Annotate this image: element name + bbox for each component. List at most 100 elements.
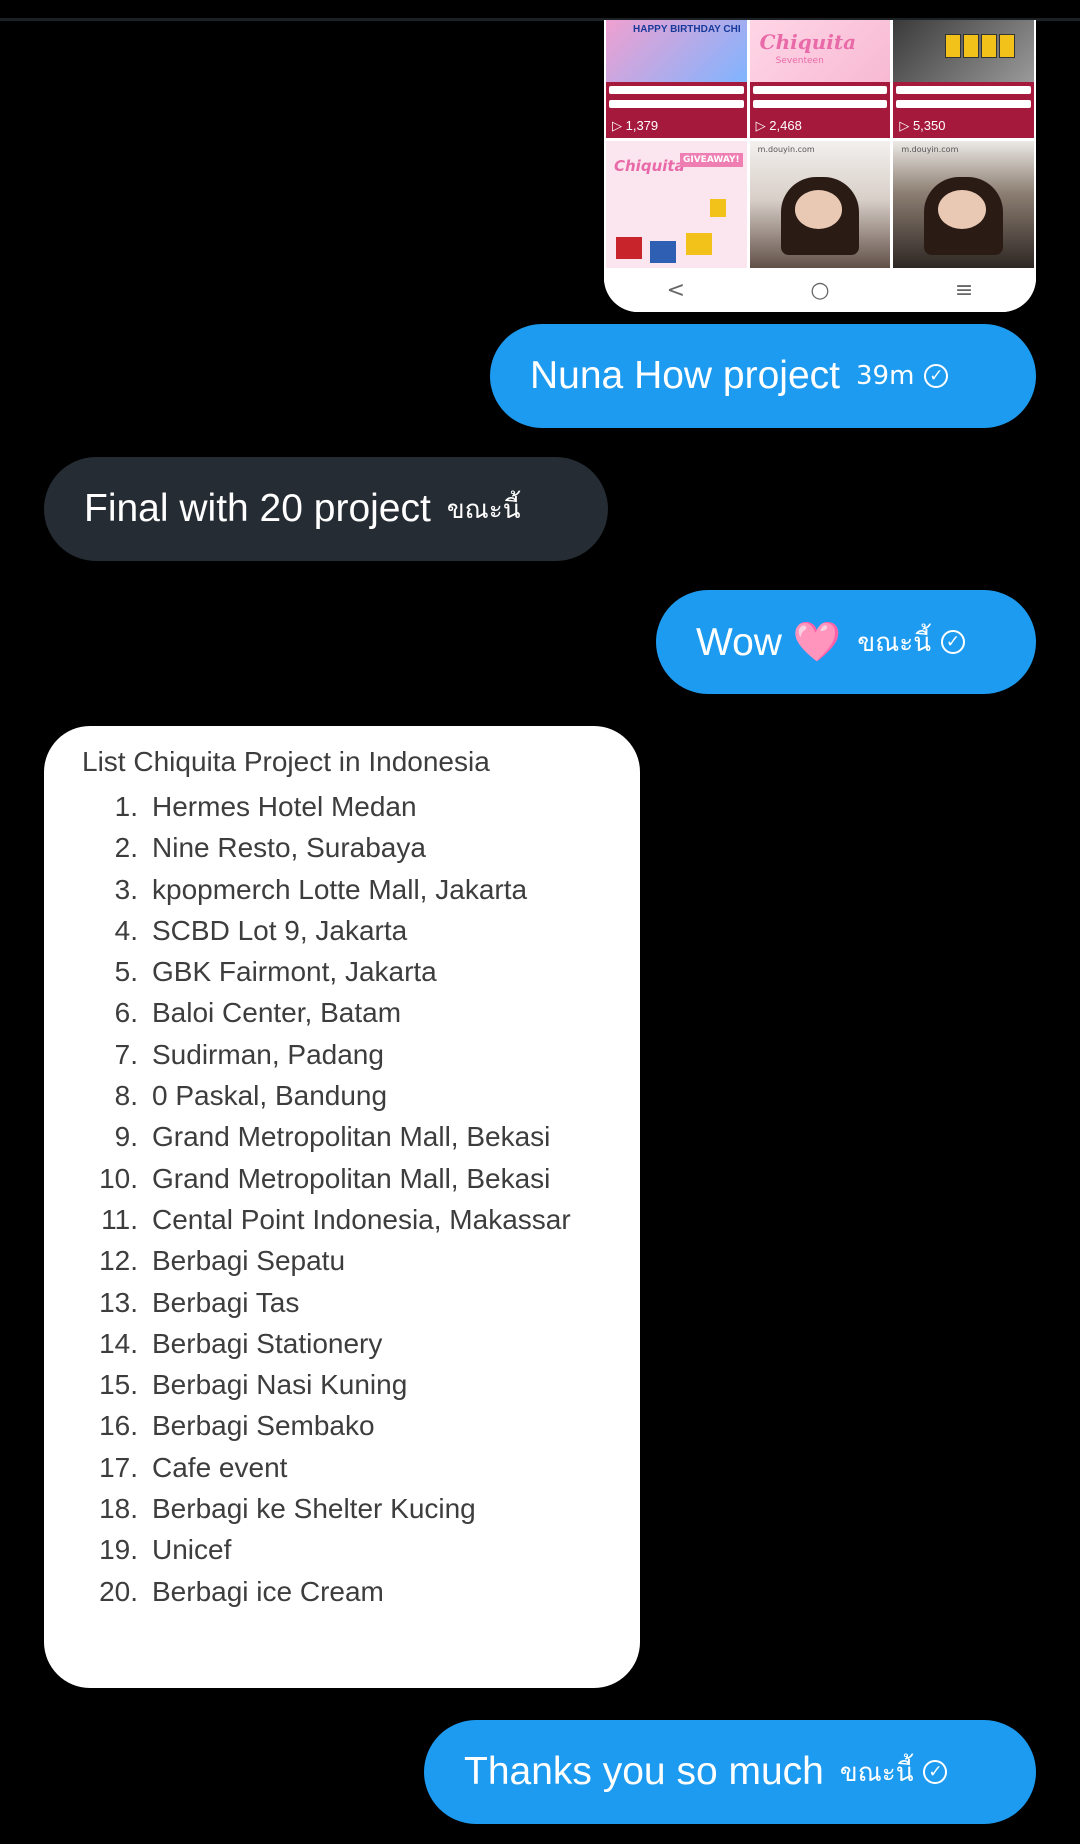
poster-image: HAPPY BIRTHDAY CHI: [606, 20, 747, 82]
back-icon: <: [666, 277, 686, 303]
list-item-text: Unicef: [152, 1534, 232, 1566]
list-item-number: 7.: [114, 1038, 138, 1070]
list-item-text: Baloi Center, Batam: [152, 997, 402, 1029]
attached-screenshot[interactable]: HAPPY BIRTHDAY CHI ▷ 1,379 Chiquita Seve…: [604, 20, 1036, 312]
message-meta: 39m ✓: [856, 361, 949, 391]
screenshot-grid: HAPPY BIRTHDAY CHI ▷ 1,379 Chiquita Seve…: [606, 20, 1034, 271]
list-item-number: 6.: [114, 997, 138, 1029]
list-item: 10. Grand Metropolitan Mall, Bekasi: [82, 1158, 571, 1199]
message-meta: ขณะนี้ ✓: [840, 1752, 948, 1793]
message-text: Thanks you so much: [464, 1750, 824, 1793]
poster-image: Chiquita Seventeen: [749, 20, 891, 82]
list-item: 6. Baloi Center, Batam: [82, 992, 571, 1033]
poster-info-strip: [609, 86, 744, 94]
list-item-text: Nine Resto, Surabaya: [152, 832, 426, 864]
message-meta: ขณะนี้ ✓: [857, 622, 965, 663]
list-item: 3. kpopmerch Lotte Mall, Jakarta: [82, 869, 571, 910]
message-text: Wow 🩷: [696, 621, 842, 664]
photo-url: m.douyin.com: [901, 145, 959, 154]
giveaway-tile: Chiquita GIVEAWAY!: [606, 141, 747, 271]
poster-tile-mall: ▷ 5,350: [893, 20, 1034, 138]
message-bubble-outgoing[interactable]: Nuna How project 39m ✓: [490, 324, 1036, 428]
home-icon: ○: [810, 277, 830, 303]
list-item: 4. SCBD Lot 9, Jakarta: [82, 910, 571, 951]
read-check-icon: ✓: [923, 1760, 948, 1784]
message-meta: ขณะนี้: [447, 489, 521, 530]
photo-tile: m.douyin.com: [749, 141, 891, 271]
list-item-text: Berbagi Tas: [152, 1286, 300, 1318]
yellow-stand: [999, 34, 1016, 58]
list-item-text: Berbagi Nasi Kuning: [152, 1369, 408, 1401]
list-item-text: Berbagi ice Cream: [152, 1575, 384, 1607]
list-item-number: 13.: [99, 1286, 138, 1318]
list-item-text: Berbagi ke Shelter Kucing: [152, 1493, 476, 1525]
list-item: 2. Nine Resto, Surabaya: [82, 827, 571, 868]
list-item-number: 1.: [114, 791, 138, 822]
list-item-text: Cafe event: [152, 1451, 288, 1483]
list-item: 20. Berbagi ice Cream: [82, 1571, 571, 1612]
list-item-number: 20.: [99, 1575, 138, 1607]
list-title: List Chiquita Project in Indonesia: [82, 746, 490, 777]
list-item-number: 2.: [114, 832, 138, 864]
list-item: 13. Berbagi Tas: [82, 1282, 571, 1323]
list-item: 16. Berbagi Sembako: [82, 1405, 571, 1446]
yellow-stand: [963, 34, 980, 58]
yellow-stand: [981, 34, 998, 58]
list-item-number: 16.: [99, 1410, 138, 1442]
poster-tag: HAPPY BIRTHDAY CHI: [633, 24, 741, 35]
poster-brand: Chiquita: [759, 30, 857, 54]
list-item-text: Sudirman, Padang: [152, 1038, 384, 1070]
giveaway-brand: Chiquita: [614, 157, 685, 175]
message-bubble-incoming[interactable]: Final with 20 project ขณะนี้: [44, 457, 608, 561]
list-item: 14. Berbagi Stationery: [82, 1323, 571, 1364]
list-item-text: Berbagi Sembako: [152, 1410, 375, 1442]
list-item-number: 4.: [114, 914, 138, 946]
poster-info-strip: [896, 86, 1031, 94]
screenshot-nav-bar: < ○ ≡: [604, 268, 1036, 312]
yellow-stand: [945, 34, 962, 58]
message-time: ขณะนี้: [857, 627, 931, 658]
message-bubble-outgoing[interactable]: Thanks you so much ขณะนี้ ✓: [424, 1720, 1036, 1824]
poster-info-strip: [609, 100, 744, 108]
list-item: 15. Berbagi Nasi Kuning: [82, 1364, 571, 1405]
message-time: ขณะนี้: [839, 1757, 914, 1788]
list-item-number: 14.: [99, 1327, 138, 1359]
list-item-text: 0 Paskal, Bandung: [152, 1080, 388, 1112]
list-item-number: 17.: [99, 1451, 138, 1483]
list-item-text: SCBD Lot 9, Jakarta: [152, 914, 408, 946]
list-item-number: 9.: [114, 1121, 138, 1153]
list-item: 1. Hermes Hotel Medan: [82, 786, 571, 827]
gift-box: [710, 199, 726, 217]
read-check-icon: ✓: [941, 630, 965, 654]
list-item: 8. 0 Paskal, Bandung: [82, 1075, 571, 1116]
list-item-number: 3.: [114, 873, 138, 905]
list-item-text: Berbagi Stationery: [152, 1327, 383, 1359]
list-item-number: 18.: [99, 1493, 138, 1525]
list-item: 17. Cafe event: [82, 1447, 571, 1488]
read-check-icon: ✓: [924, 364, 949, 388]
list-item: 12. Berbagi Sepatu: [82, 1240, 571, 1281]
gift-box: [616, 237, 642, 259]
message-text: Final with 20 project: [84, 487, 431, 530]
photo-url: m.douyin.com: [757, 145, 815, 154]
list-item-text: Grand Metropolitan Mall, Bekasi: [152, 1121, 551, 1153]
list-item-text: Berbagi Sepatu: [152, 1245, 346, 1277]
list-item-text: Hermes Hotel Medan: [152, 791, 417, 822]
list-item-number: 11.: [101, 1203, 138, 1235]
gift-box: [650, 241, 676, 263]
view-count: ▷ 5,350: [899, 118, 946, 133]
photo-tile: m.douyin.com: [893, 141, 1034, 271]
gift-box: [686, 233, 712, 255]
project-list-message[interactable]: List Chiquita Project in Indonesia 1. Her…: [44, 726, 640, 1688]
list-item: 19. Unicef: [82, 1529, 571, 1570]
list-item-number: 8.: [114, 1080, 138, 1112]
list-item-number: 5.: [114, 956, 138, 988]
view-count: ▷ 1,379: [612, 118, 659, 133]
poster-tile-birthday: HAPPY BIRTHDAY CHI ▷ 1,379: [606, 20, 747, 138]
list-item-number: 19.: [99, 1534, 138, 1566]
poster-image: [893, 20, 1034, 82]
project-list: 1. Hermes Hotel Medan 2. Nine Resto, Suraba…: [82, 786, 571, 1612]
poster-info-strip: [752, 100, 888, 108]
list-item: 11. Cental Point Indonesia, Makassar: [82, 1199, 571, 1240]
message-bubble-outgoing[interactable]: Wow 🩷 ขณะนี้ ✓: [656, 590, 1036, 694]
